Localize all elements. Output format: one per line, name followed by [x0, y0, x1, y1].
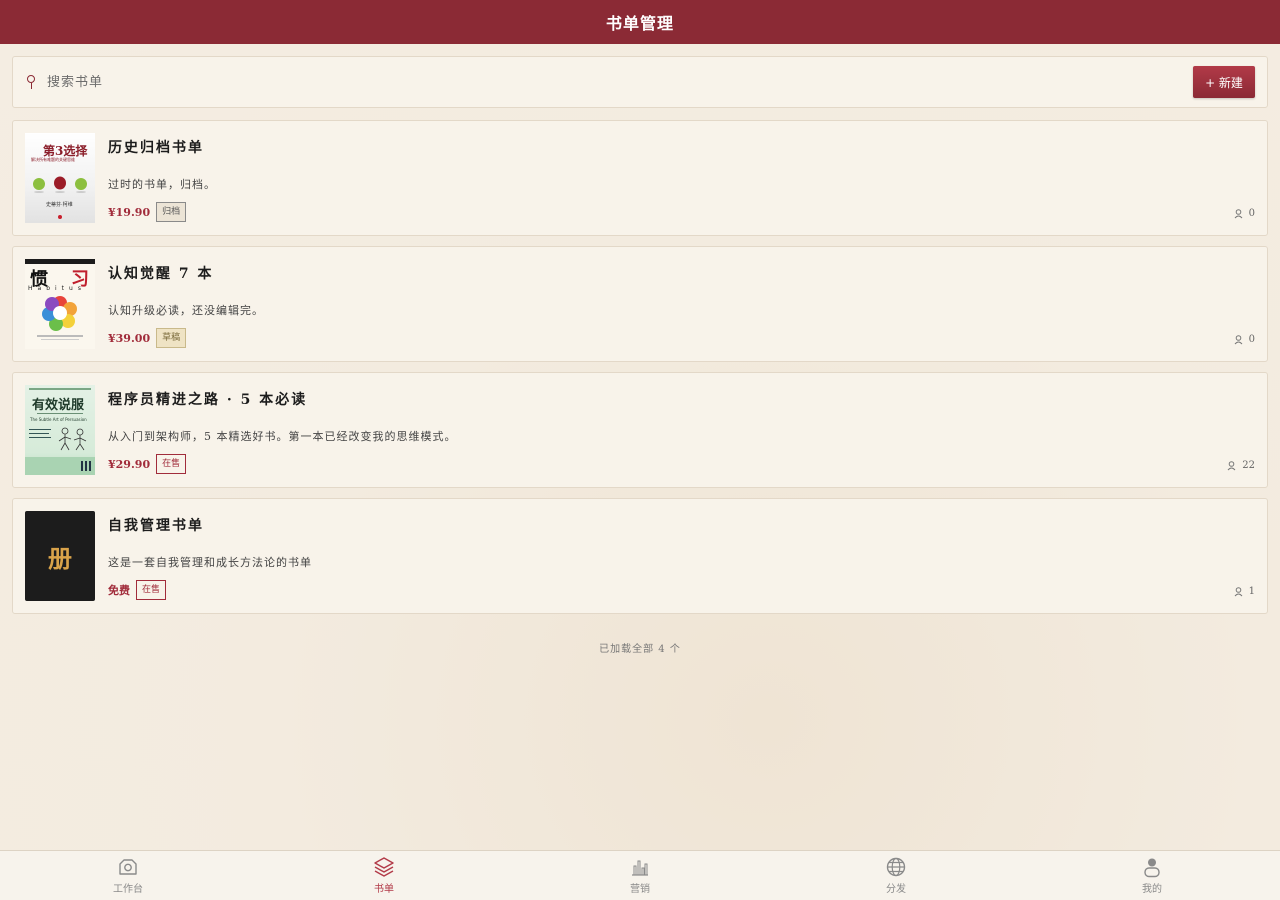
cover-latin: Habitus — [28, 285, 86, 292]
list-meta: ¥29.90 在售 — [108, 454, 187, 474]
sales-count: 22 — [1227, 460, 1255, 471]
list-price: ¥19.90 — [108, 205, 151, 219]
list-title: 程序员精进之路 · 5 本必读 — [108, 392, 308, 408]
list-card-body: 历史归档书单 过时的书单，归档。 ¥19.90 归档 — [108, 133, 1255, 223]
book-cover: 有效说服 The Subtle Art of Persuasion — [25, 385, 95, 475]
list-card[interactable]: 第3选择 解决所有难题的关键思维 史蒂芬·柯维 历史归档书单 过时的书单，归档。… — [12, 120, 1268, 236]
main-content: + 新建 第3选择 解决所有难题的关键思维 史蒂芬·柯维 历史归档书单 过时的书… — [0, 44, 1280, 655]
load-complete-note: 已加载全部 4 个 — [599, 644, 681, 655]
list-price: 免费 — [108, 584, 130, 597]
list-desc: 认知升级必读，还没编辑完。 — [108, 304, 264, 317]
sales-count-value: 0 — [1248, 208, 1255, 219]
status-badge: 在售 — [136, 580, 167, 600]
cover-english: The Subtle Art of Persuasion — [30, 417, 87, 422]
sales-count: 0 — [1234, 208, 1255, 219]
book-cover: 册 — [25, 511, 95, 601]
cover-author: 史蒂芬·柯维 — [46, 202, 73, 208]
cover-subtitle-line — [37, 413, 83, 414]
search-icon — [25, 74, 39, 90]
list-title: 历史归档书单 — [108, 140, 204, 156]
qr-code — [81, 461, 91, 471]
tab-workbench[interactable]: 工作台 — [0, 851, 256, 900]
cover-top-strip — [25, 259, 95, 264]
list-desc: 过时的书单，归档。 — [108, 178, 216, 191]
cover-text-lines — [29, 433, 49, 434]
cover-mark — [58, 215, 62, 219]
page-title: 书单管理 — [605, 14, 674, 33]
search-input[interactable] — [47, 74, 1193, 90]
list-card[interactable]: 惯 习 Habitus 认知觉醒 7 本 认知升级必读，还没编辑完。 ¥39.0… — [12, 246, 1268, 362]
tab-label: 工作台 — [113, 884, 143, 895]
list-card-body: 程序员精进之路 · 5 本必读 从入门到架构师，5 本精选好书。第一本已经改变我… — [108, 385, 1255, 475]
list-card-body: 认知觉醒 7 本 认知升级必读，还没编辑完。 ¥39.00 草稿 — [108, 259, 1255, 349]
tab-label: 分发 — [886, 884, 906, 895]
list-meta: ¥19.90 归档 — [108, 202, 187, 222]
cover-top-strip — [29, 388, 91, 390]
layers-icon — [374, 857, 394, 877]
list-price: ¥39.00 — [108, 331, 151, 345]
search-bar: + 新建 — [12, 56, 1268, 108]
top-bar: 书单管理 — [0, 0, 1280, 44]
status-badge: 草稿 — [156, 328, 187, 348]
tab-profile[interactable]: 我的 — [1024, 851, 1280, 900]
book-cover: 惯 习 Habitus — [25, 259, 95, 349]
cover-subtitle: 解决所有难题的关键思维 — [31, 157, 75, 162]
sales-count: 1 — [1234, 586, 1255, 597]
status-badge: 归档 — [156, 202, 187, 222]
sales-count: 0 — [1234, 334, 1255, 345]
cover-text-lines — [29, 437, 51, 438]
list-desc: 从入门到架构师，5 本精选好书。第一本已经改变我的思维模式。 — [108, 430, 457, 443]
list-meta: 免费 在售 — [108, 580, 167, 600]
status-badge: 在售 — [156, 454, 187, 474]
bottom-tab-bar: 工作台 书单 营销 分发 我的 — [0, 850, 1280, 900]
sales-count-value: 22 — [1242, 460, 1255, 471]
list-card[interactable]: 册 自我管理书单 这是一套自我管理和成长方法论的书单 免费 在售 1 — [12, 498, 1268, 614]
cover-glyph: 册 — [48, 543, 72, 573]
bar-chart-icon — [632, 860, 648, 876]
sales-icon — [1227, 460, 1236, 470]
sales-count-value: 0 — [1248, 334, 1255, 345]
sales-icon — [1234, 586, 1243, 596]
list-price: ¥29.90 — [108, 457, 151, 471]
persuasion-illustration — [58, 427, 87, 451]
tab-marketing[interactable]: 营销 — [512, 851, 768, 900]
cover-text-lines — [41, 339, 79, 340]
cover-title: 有效说服 — [32, 398, 85, 413]
list-card[interactable]: 有效说服 The Subtle Art of Persuasion 程序员精进之… — [12, 372, 1268, 488]
apples-illustration — [33, 176, 87, 193]
sales-count-value: 1 — [1248, 586, 1255, 597]
new-list-button[interactable]: + 新建 — [1193, 66, 1255, 98]
list-title: 认知觉醒 7 本 — [108, 266, 214, 282]
habit-wheel-illustration — [42, 296, 77, 331]
user-icon — [1144, 858, 1160, 878]
tab-label: 我的 — [1142, 884, 1162, 895]
camera-icon — [119, 859, 137, 875]
book-cover: 第3选择 解决所有难题的关键思维 史蒂芬·柯维 — [25, 133, 95, 223]
sales-icon — [1234, 334, 1243, 344]
tab-label: 书单 — [374, 884, 394, 895]
globe-icon — [886, 857, 906, 877]
list-meta: ¥39.00 草稿 — [108, 328, 187, 348]
cover-text-lines — [29, 429, 51, 430]
list-card-body: 自我管理书单 这是一套自我管理和成长方法论的书单 免费 在售 — [108, 511, 1255, 601]
tab-label: 营销 — [630, 884, 650, 895]
sales-icon — [1234, 208, 1243, 218]
tab-distribution[interactable]: 分发 — [768, 851, 1024, 900]
list-title: 自我管理书单 — [108, 518, 204, 534]
cover-text-lines — [37, 335, 83, 337]
tab-booklists[interactable]: 书单 — [256, 851, 512, 900]
list-desc: 这是一套自我管理和成长方法论的书单 — [108, 556, 312, 569]
